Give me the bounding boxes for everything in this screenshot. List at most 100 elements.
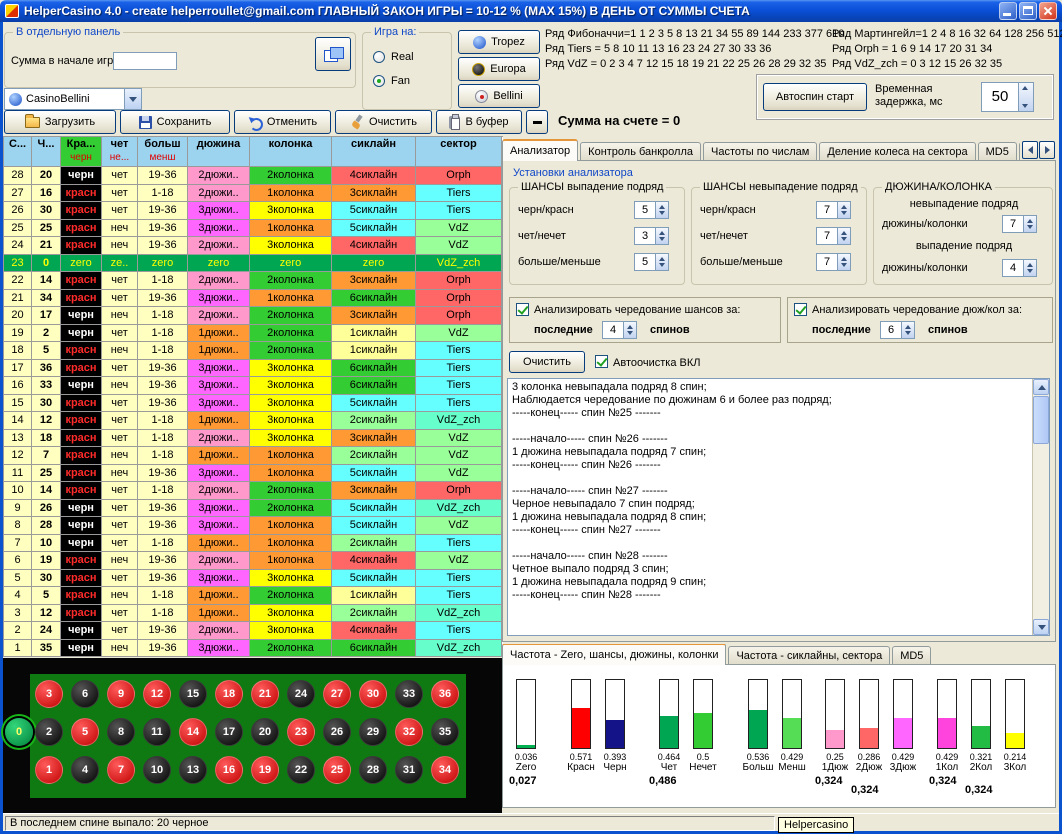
- table-row[interactable]: 1125красннеч19-363дюжи..1колонка5сиклайн…: [4, 465, 503, 483]
- chevron-down-icon[interactable]: [124, 89, 141, 109]
- column-header[interactable]: сектор: [416, 137, 502, 167]
- detach-panel-button[interactable]: [315, 37, 351, 71]
- table-row[interactable]: 1530краснчет19-363дюжи..3колонка5сиклайн…: [4, 395, 503, 413]
- table-row[interactable]: 2630краснчет19-363дюжи..3колонка5сиклайн…: [4, 202, 503, 220]
- board-number[interactable]: 3: [35, 680, 63, 708]
- analysis-log[interactable]: 3 колонка невыпадала подряд 8 спин; Набл…: [507, 378, 1050, 636]
- table-row[interactable]: 1633черннеч19-363дюжи..3колонка6сиклайнT…: [4, 377, 503, 395]
- tab-analyzer-3[interactable]: Деление колеса на сектора: [819, 142, 975, 161]
- column-header[interactable]: большменш: [138, 137, 188, 167]
- chet-nechet-miss-spinner[interactable]: 7: [816, 227, 851, 245]
- spin-up-down-arrows[interactable]: [655, 228, 668, 244]
- board-number[interactable]: 18: [215, 680, 243, 708]
- board-number[interactable]: 17: [215, 718, 243, 746]
- autoclear-checkbox[interactable]: [595, 355, 608, 368]
- close-button[interactable]: [1039, 2, 1057, 20]
- board-number[interactable]: 29: [359, 718, 387, 746]
- spin-up-down-arrows[interactable]: [901, 322, 914, 338]
- board-number[interactable]: 6: [71, 680, 99, 708]
- dozen-miss-spinner[interactable]: 7: [1002, 215, 1037, 233]
- chern-krasn-spinner[interactable]: 5: [634, 201, 669, 219]
- last-spins-chances-spinner[interactable]: 4: [602, 321, 637, 339]
- column-header[interactable]: четне...: [102, 137, 138, 167]
- maximize-button[interactable]: [1019, 2, 1037, 20]
- table-row[interactable]: 127красннеч1-181дюжи..1колонка2сиклайнVd…: [4, 447, 503, 465]
- table-row[interactable]: 828чернчет19-363дюжи..1колонка5сиклайнVd…: [4, 517, 503, 535]
- board-number[interactable]: 22: [287, 756, 315, 784]
- table-row[interactable]: 312краснчет1-181дюжи..3колонка2сиклайнVd…: [4, 605, 503, 623]
- table-row[interactable]: 1318краснчет1-182дюжи..3колонка3сиклайнV…: [4, 430, 503, 448]
- table-row[interactable]: 1412краснчет1-181дюжи..3колонка2сиклайнV…: [4, 412, 503, 430]
- table-row[interactable]: 185красннеч1-181дюжи..2колонка1сиклайнTi…: [4, 342, 503, 360]
- table-row[interactable]: 2716краснчет1-182дюжи..1колонка3сиклайнT…: [4, 185, 503, 203]
- board-number[interactable]: 36: [431, 680, 459, 708]
- board-number[interactable]: 5: [71, 718, 99, 746]
- board-number[interactable]: 27: [323, 680, 351, 708]
- tab-analyzer-0[interactable]: Анализатор: [502, 139, 578, 161]
- spin-up-down-arrows[interactable]: [1023, 260, 1036, 276]
- board-number[interactable]: 31: [395, 756, 423, 784]
- table-row[interactable]: 45красннеч1-181дюжи..2колонка1сиклайнTie…: [4, 587, 503, 605]
- spin-up-down-arrows[interactable]: [655, 254, 668, 270]
- board-number[interactable]: 28: [359, 756, 387, 784]
- board-number[interactable]: 34: [431, 756, 459, 784]
- table-row[interactable]: 230zeroze..zerozerozerozeroVdZ_zch: [4, 255, 503, 273]
- clear-log-button[interactable]: Очистить: [509, 351, 585, 373]
- spin-up-down-arrows[interactable]: [837, 202, 850, 218]
- board-number[interactable]: 9: [107, 680, 135, 708]
- board-number[interactable]: 11: [143, 718, 171, 746]
- tab-scroll-left-button[interactable]: [1022, 141, 1038, 159]
- dozen-hit-spinner[interactable]: 4: [1002, 259, 1037, 277]
- europa-button[interactable]: Europa: [458, 57, 540, 81]
- spin-up-down-arrows[interactable]: [837, 254, 850, 270]
- tab-chart-1[interactable]: Частота - сиклайны, сектора: [728, 646, 890, 665]
- board-number[interactable]: 23: [287, 718, 315, 746]
- casino-select[interactable]: CasinoBellini: [4, 88, 142, 110]
- tab-scroll-right-button[interactable]: [1039, 141, 1055, 159]
- undo-button[interactable]: Отменить: [234, 110, 331, 134]
- load-button[interactable]: Загрузить: [4, 110, 116, 134]
- tab-analyzer-4[interactable]: MD5: [978, 142, 1017, 161]
- table-row[interactable]: 619красннеч19-362дюжи..1колонка4сиклайнV…: [4, 552, 503, 570]
- board-number[interactable]: 19: [251, 756, 279, 784]
- tab-analyzer-2[interactable]: Частоты по числам: [703, 142, 817, 161]
- board-number[interactable]: 14: [179, 718, 207, 746]
- board-number-zero[interactable]: 0: [5, 718, 33, 746]
- table-row[interactable]: 710чернчет1-181дюжи..1колонка2сиклайнTie…: [4, 535, 503, 553]
- board-number[interactable]: 24: [287, 680, 315, 708]
- board-number[interactable]: 25: [323, 756, 351, 784]
- table-row[interactable]: 192чернчет1-181дюжи..2колонка1сиклайнVdZ: [4, 325, 503, 343]
- start-sum-input[interactable]: [113, 52, 177, 70]
- autospin-start-button[interactable]: Автоспин старт: [763, 83, 867, 111]
- scroll-down-button[interactable]: [1033, 619, 1049, 635]
- column-header[interactable]: колонка: [250, 137, 332, 167]
- table-row[interactable]: 2421красннеч19-362дюжи..3колонка4сиклайн…: [4, 237, 503, 255]
- scroll-thumb[interactable]: [1033, 396, 1049, 444]
- table-row[interactable]: 2214краснчет1-182дюжи..2колонка3сиклайнO…: [4, 272, 503, 290]
- table-row[interactable]: 135черннеч19-363дюжи..2колонка6сиклайнVd…: [4, 640, 503, 658]
- board-number[interactable]: 32: [395, 718, 423, 746]
- tab-chart-0[interactable]: Частота - Zero, шансы, дюжины, колонки: [502, 644, 726, 665]
- minimize-button[interactable]: [999, 2, 1017, 20]
- copy-buffer-button[interactable]: В буфер: [436, 110, 522, 134]
- bolshe-menshe-spinner[interactable]: 5: [634, 253, 669, 271]
- table-row[interactable]: 224чернчет19-362дюжи..3колонка4сиклайнTi…: [4, 622, 503, 640]
- board-number[interactable]: 13: [179, 756, 207, 784]
- board-number[interactable]: 4: [71, 756, 99, 784]
- board-number[interactable]: 1: [35, 756, 63, 784]
- table-row[interactable]: 1014краснчет1-182дюжи..2колонка3сиклайнO…: [4, 482, 503, 500]
- bellini-button[interactable]: Bellini: [458, 84, 540, 108]
- spin-up-down-arrows[interactable]: [1018, 83, 1033, 111]
- column-header[interactable]: С...: [4, 137, 32, 167]
- column-header[interactable]: дюжина: [188, 137, 250, 167]
- delay-spinner[interactable]: 50: [981, 82, 1034, 112]
- table-row[interactable]: 926чернчет19-363дюжи..2колонка5сиклайнVd…: [4, 500, 503, 518]
- spin-up-down-arrows[interactable]: [837, 228, 850, 244]
- scroll-up-button[interactable]: [1033, 379, 1049, 395]
- alternation-dozen-checkbox[interactable]: [794, 303, 807, 316]
- board-number[interactable]: 26: [323, 718, 351, 746]
- board-number[interactable]: 8: [107, 718, 135, 746]
- chet-nechet-spinner[interactable]: 3: [634, 227, 669, 245]
- tab-chart-2[interactable]: MD5: [892, 646, 931, 665]
- table-row[interactable]: 2134краснчет19-363дюжи..1колонка6сиклайн…: [4, 290, 503, 308]
